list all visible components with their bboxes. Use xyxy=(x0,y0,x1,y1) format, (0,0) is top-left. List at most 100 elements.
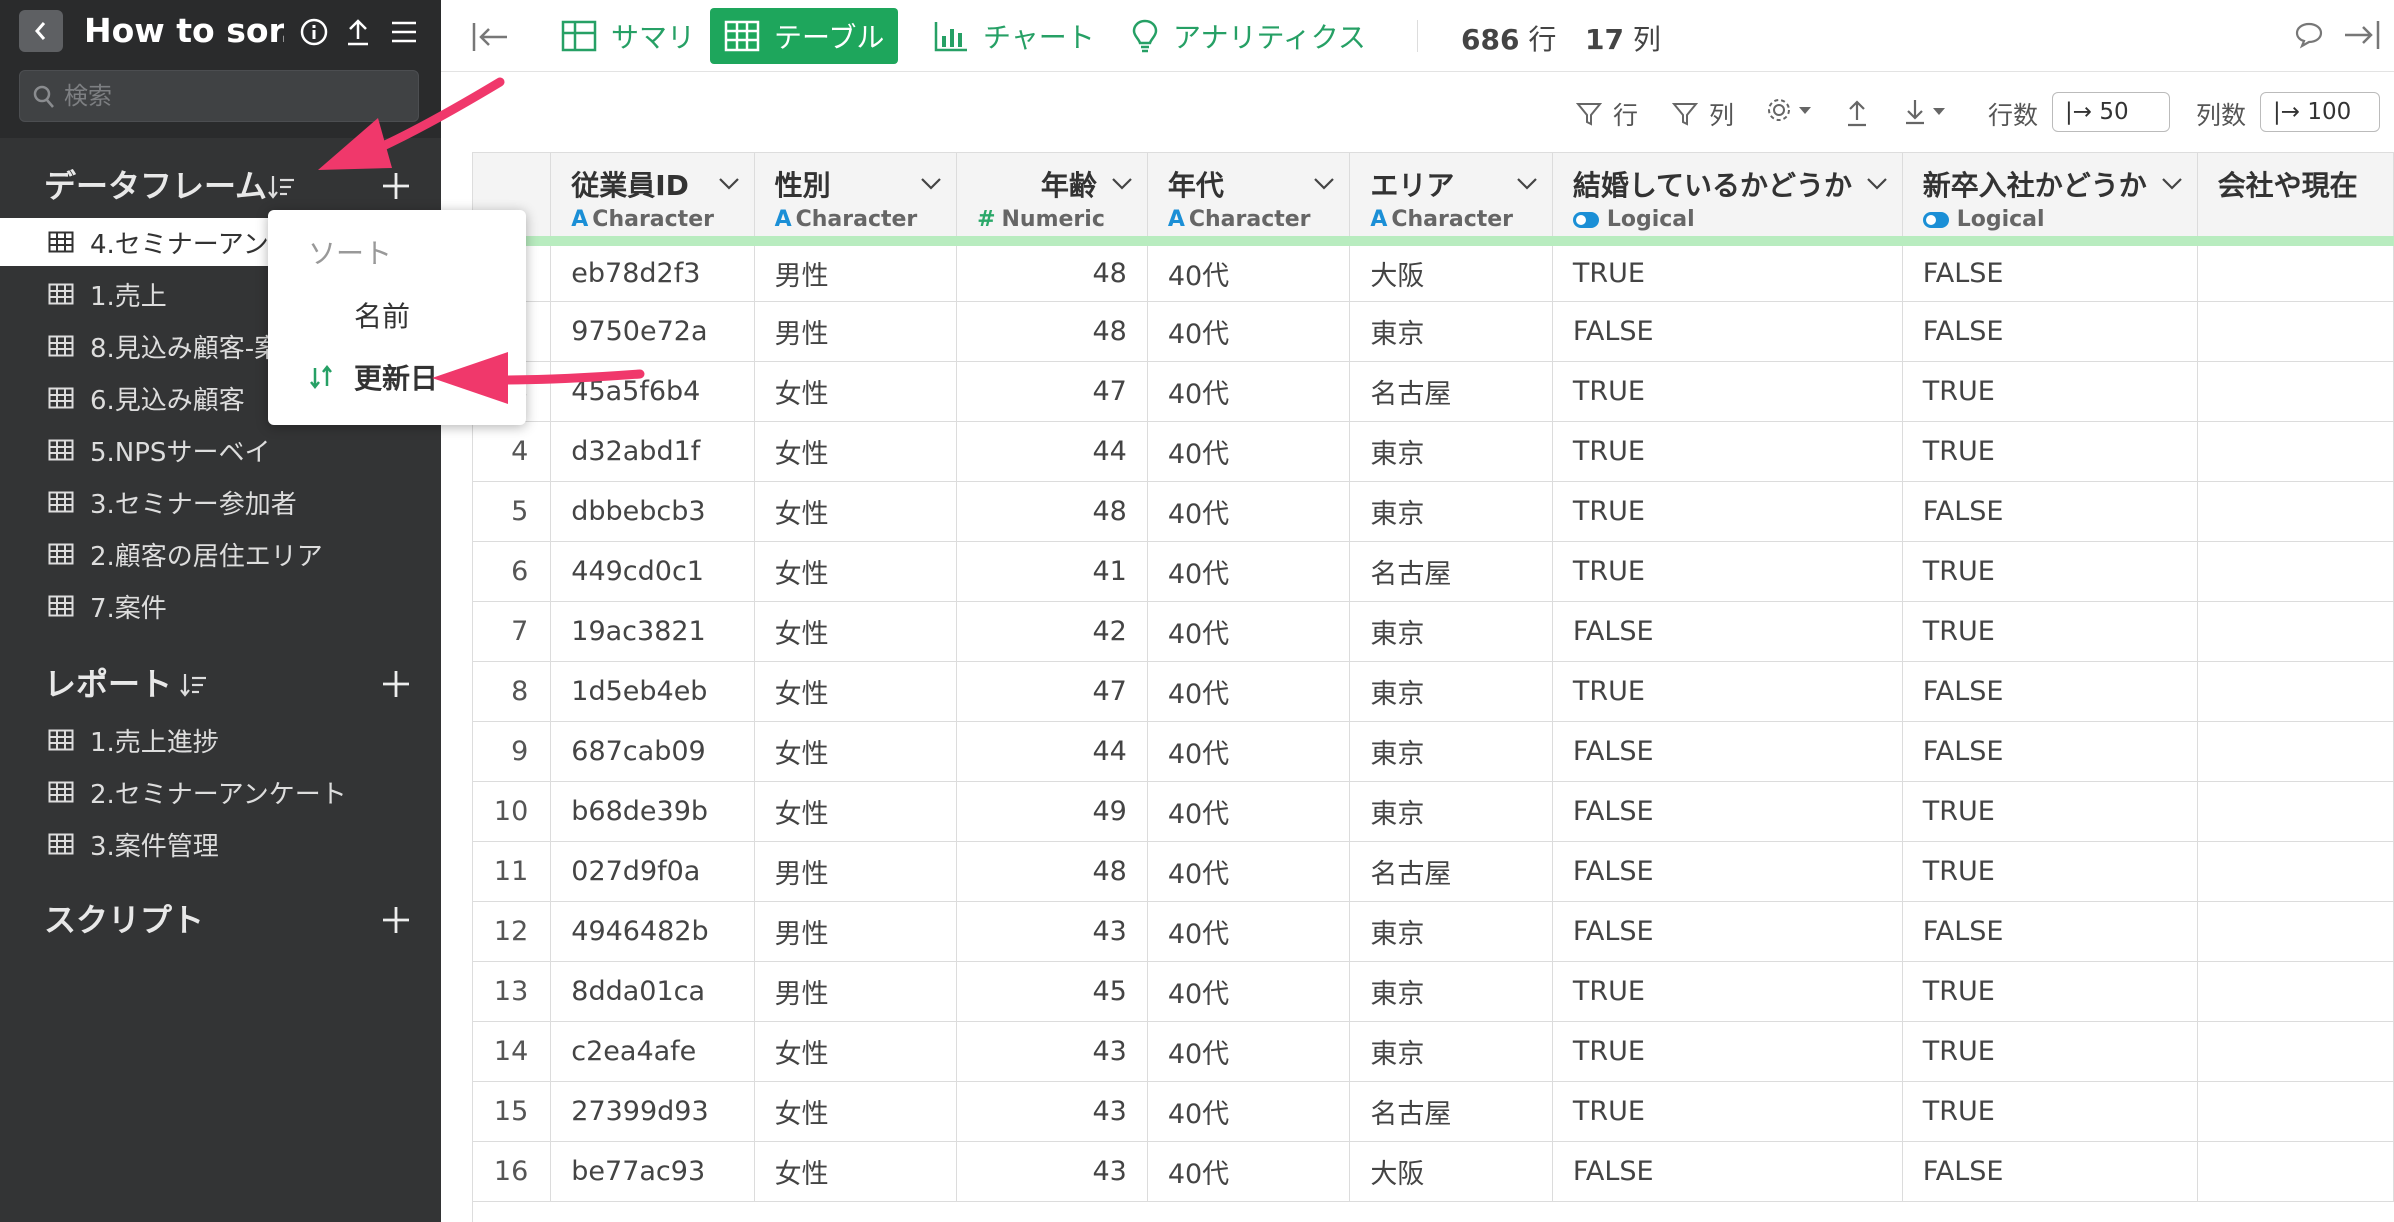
table-cell[interactable]: 東京 xyxy=(1349,601,1553,662)
tab-chart[interactable]: チャート xyxy=(919,8,1109,64)
table-cell[interactable]: 49 xyxy=(956,781,1148,842)
table-cell[interactable]: 女性 xyxy=(754,661,958,722)
table-cell[interactable]: FALSE xyxy=(1902,721,2198,782)
table-cell[interactable]: 名古屋 xyxy=(1349,1081,1553,1142)
table-cell[interactable]: 名古屋 xyxy=(1349,361,1553,422)
sidebar-item-report[interactable]: 1.売上進捗 xyxy=(0,716,441,764)
sidebar-item-report[interactable]: 3.案件管理 xyxy=(0,820,441,868)
table-cell[interactable]: TRUE xyxy=(1902,421,2198,482)
table-cell[interactable]: TRUE xyxy=(1552,241,1903,302)
table-cell[interactable]: 45a5f6b4 xyxy=(550,361,755,422)
table-cell[interactable]: 男性 xyxy=(754,901,958,962)
table-cell[interactable]: 43 xyxy=(956,901,1148,962)
table-cell[interactable]: FALSE xyxy=(1902,481,2198,542)
table-cell[interactable]: 40代 xyxy=(1147,721,1351,782)
table-cell[interactable]: TRUE xyxy=(1902,601,2198,662)
table-cell[interactable]: FALSE xyxy=(1552,721,1903,782)
table-cell[interactable] xyxy=(2197,301,2394,362)
table-cell[interactable]: 男性 xyxy=(754,841,958,902)
table-cell[interactable]: be77ac93 xyxy=(550,1141,755,1202)
table-cell[interactable]: 大阪 xyxy=(1349,241,1553,302)
table-cell[interactable]: 女性 xyxy=(754,481,958,542)
table-cell[interactable] xyxy=(2197,1141,2394,1202)
table-cell[interactable]: 27399d93 xyxy=(550,1081,755,1142)
menu-icon[interactable] xyxy=(386,14,422,50)
table-cell[interactable] xyxy=(2197,1081,2394,1142)
table-cell[interactable]: 女性 xyxy=(754,781,958,842)
sidebar-item-dataframe[interactable]: 3.セミナー参加者 xyxy=(0,478,441,526)
table-cell[interactable]: 48 xyxy=(956,301,1148,362)
add-dataframe-icon[interactable] xyxy=(380,170,412,202)
table-cell[interactable]: 48 xyxy=(956,241,1148,302)
tab-summary[interactable]: サマリ xyxy=(547,8,709,64)
table-cell[interactable]: TRUE xyxy=(1552,421,1903,482)
table-cell[interactable]: TRUE xyxy=(1552,361,1903,422)
table-cell[interactable]: TRUE xyxy=(1902,841,2198,902)
table-cell[interactable]: 1d5eb4eb xyxy=(550,661,755,722)
table-cell[interactable]: FALSE xyxy=(1552,1141,1903,1202)
table-cell[interactable]: 女性 xyxy=(754,421,958,482)
table-cell[interactable]: 48 xyxy=(956,841,1148,902)
table-cell[interactable]: 40代 xyxy=(1147,1021,1351,1082)
sidebar-item-dataframe[interactable]: 7.案件 xyxy=(0,582,441,630)
table-cell[interactable] xyxy=(2197,361,2394,422)
table-cell[interactable] xyxy=(2197,961,2394,1022)
table-cell[interactable]: TRUE xyxy=(1902,781,2198,842)
table-cell[interactable] xyxy=(2197,1021,2394,1082)
table-cell[interactable]: 40代 xyxy=(1147,1141,1351,1202)
table-cell[interactable]: 40代 xyxy=(1147,601,1351,662)
sort-icon[interactable] xyxy=(178,670,208,700)
table-cell[interactable]: 女性 xyxy=(754,1081,958,1142)
table-cell[interactable]: 東京 xyxy=(1349,901,1553,962)
table-cell[interactable]: 40代 xyxy=(1147,781,1351,842)
column-header[interactable]: 性別 A Character xyxy=(754,153,958,246)
info-icon[interactable] xyxy=(296,14,332,50)
table-cell[interactable]: FALSE xyxy=(1902,661,2198,722)
table-cell[interactable]: 東京 xyxy=(1349,781,1553,842)
table-cell[interactable]: TRUE xyxy=(1902,361,2198,422)
chevron-down-icon[interactable] xyxy=(1313,177,1335,191)
table-cell[interactable]: TRUE xyxy=(1552,961,1903,1022)
table-cell[interactable] xyxy=(2197,841,2394,902)
table-cell[interactable]: 東京 xyxy=(1349,301,1553,362)
table-cell[interactable]: 40代 xyxy=(1147,841,1351,902)
table-cell[interactable]: TRUE xyxy=(1902,541,2198,602)
table-cell[interactable]: 027d9f0a xyxy=(550,841,755,902)
cols-limit-input[interactable]: |→ 100 xyxy=(2260,92,2380,132)
table-cell[interactable] xyxy=(2197,241,2394,302)
table-cell[interactable]: FALSE xyxy=(1902,241,2198,302)
row-filter-button[interactable]: 行 xyxy=(1575,96,1638,132)
table-cell[interactable]: 名古屋 xyxy=(1349,541,1553,602)
chevron-down-icon[interactable] xyxy=(1516,177,1538,191)
chevron-down-icon[interactable] xyxy=(1866,177,1888,191)
table-cell[interactable]: 43 xyxy=(956,1021,1148,1082)
table-cell[interactable]: 47 xyxy=(956,661,1148,722)
table-cell[interactable]: 東京 xyxy=(1349,1021,1553,1082)
table-cell[interactable]: 東京 xyxy=(1349,661,1553,722)
table-cell[interactable]: 40代 xyxy=(1147,301,1351,362)
table-cell[interactable]: FALSE xyxy=(1902,1141,2198,1202)
table-cell[interactable]: eb78d2f3 xyxy=(550,241,755,302)
column-header[interactable]: エリア A Character xyxy=(1349,153,1553,246)
table-cell[interactable]: FALSE xyxy=(1902,301,2198,362)
chevron-down-icon[interactable] xyxy=(2161,177,2183,191)
table-cell[interactable]: TRUE xyxy=(1552,481,1903,542)
table-cell[interactable]: TRUE xyxy=(1902,1081,2198,1142)
table-cell[interactable]: dbbebcb3 xyxy=(550,481,755,542)
table-cell[interactable]: TRUE xyxy=(1552,1021,1903,1082)
collapse-sidebar-icon[interactable] xyxy=(471,20,511,54)
table-cell[interactable]: 44 xyxy=(956,421,1148,482)
table-cell[interactable]: 40代 xyxy=(1147,481,1351,542)
table-cell[interactable]: 女性 xyxy=(754,361,958,422)
table-cell[interactable]: TRUE xyxy=(1552,1081,1903,1142)
column-header[interactable]: 年齢 # Numeric xyxy=(956,153,1148,246)
table-cell[interactable]: 男性 xyxy=(754,241,958,302)
expand-panel-icon[interactable] xyxy=(2341,18,2381,52)
table-cell[interactable]: 女性 xyxy=(754,721,958,782)
table-cell[interactable]: 40代 xyxy=(1147,241,1351,302)
table-cell[interactable]: 女性 xyxy=(754,1021,958,1082)
chevron-down-icon[interactable] xyxy=(920,177,942,191)
table-cell[interactable]: FALSE xyxy=(1552,781,1903,842)
column-header[interactable]: 新卒入社かどうか Logical xyxy=(1902,153,2198,246)
sidebar-item-dataframe[interactable]: 5.NPSサーベイ xyxy=(0,426,441,474)
